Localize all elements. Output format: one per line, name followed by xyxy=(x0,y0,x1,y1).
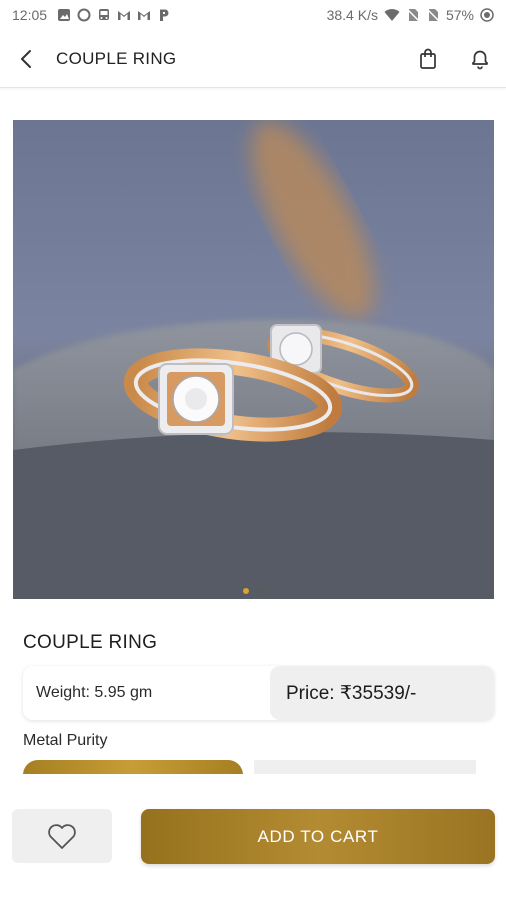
network-speed: 38.4 K/s xyxy=(326,7,378,23)
app-bar: COUPLE RING xyxy=(0,30,506,88)
page-title: COUPLE RING xyxy=(56,48,177,68)
product-info-card: Weight: 5.95 gm Price: ₹35539/- xyxy=(23,666,494,720)
wishlist-button[interactable] xyxy=(12,809,112,863)
paytm-icon xyxy=(160,9,169,21)
product-image[interactable] xyxy=(13,120,494,599)
battery-icon xyxy=(480,8,494,22)
bus-icon xyxy=(99,9,110,20)
no-sim-icon xyxy=(426,8,440,22)
metal-purity-options xyxy=(23,758,483,774)
wifi-icon xyxy=(384,9,400,21)
add-to-cart-button[interactable]: ADD TO CART xyxy=(141,809,495,864)
back-button[interactable] xyxy=(0,30,52,88)
shopping-bag-icon xyxy=(420,48,436,69)
metal-purity-label: Metal Purity xyxy=(23,732,108,749)
battery-percent: 57% xyxy=(445,7,474,23)
purity-option-selected[interactable] xyxy=(23,760,243,774)
gmail-icon xyxy=(118,11,131,20)
no-sim-icon xyxy=(406,8,420,22)
gmail-icon xyxy=(138,11,151,20)
cart-button[interactable] xyxy=(402,30,454,88)
couple-ring-photo xyxy=(13,120,494,599)
back-arrow-icon xyxy=(21,49,31,68)
product-name: COUPLE RING xyxy=(23,632,158,653)
circle-icon xyxy=(77,8,91,22)
image-icon xyxy=(58,9,71,21)
status-bar-right: 38.4 K/s 57% xyxy=(327,7,494,23)
status-time: 12:05 xyxy=(12,7,48,23)
carousel-indicator xyxy=(0,588,506,594)
product-weight: Weight: 5.95 gm xyxy=(36,684,153,701)
carousel-dot[interactable] xyxy=(257,588,264,594)
status-bar-left: 12:05 xyxy=(12,7,171,23)
status-bar: 12:05 38.4 K/s 57% xyxy=(0,0,506,30)
purity-option[interactable] xyxy=(254,760,476,774)
notifications-button[interactable] xyxy=(454,30,506,88)
product-price: Price: ₹35539/- xyxy=(270,666,494,720)
bell-icon xyxy=(472,50,488,69)
heart-outline-icon xyxy=(48,823,76,849)
carousel-dot-active[interactable] xyxy=(242,588,249,594)
